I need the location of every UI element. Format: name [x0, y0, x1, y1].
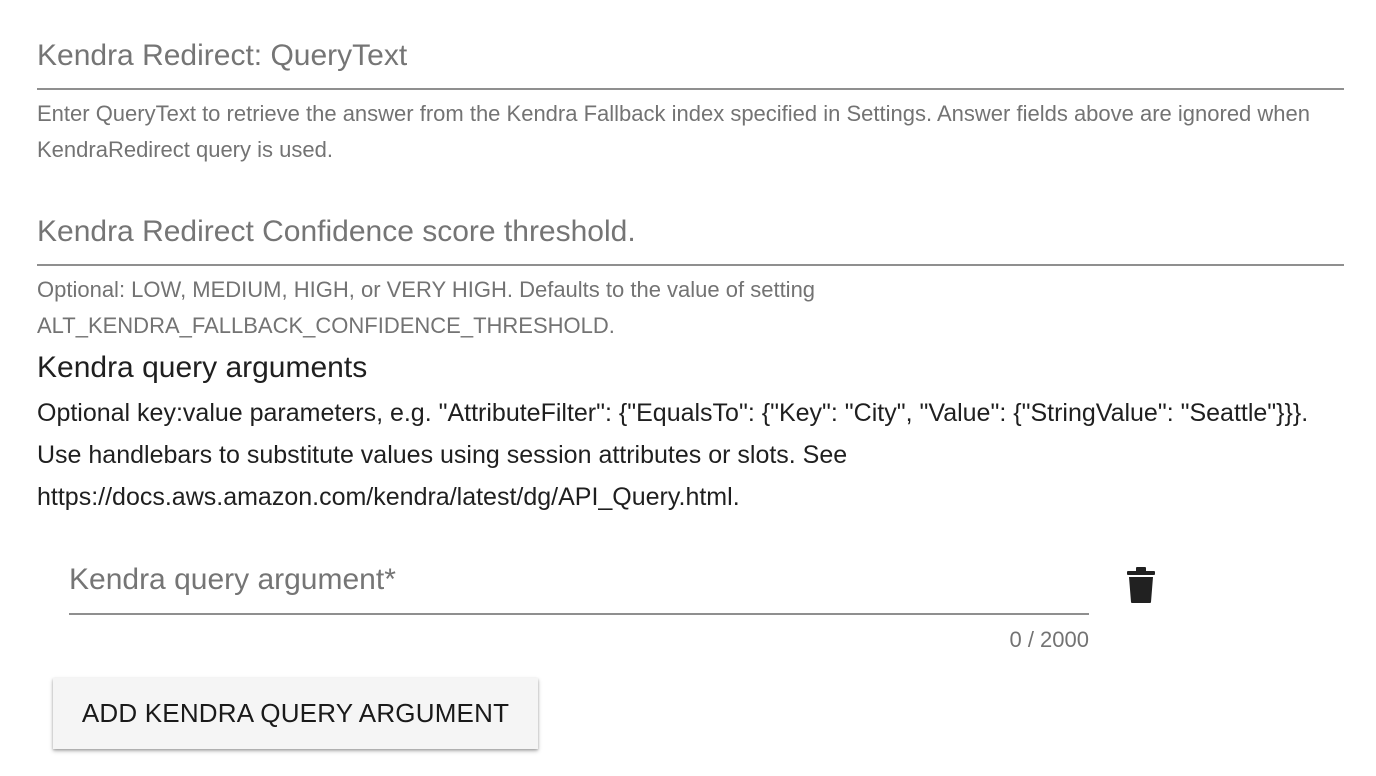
- query-arguments-title: Kendra query arguments: [37, 351, 368, 384]
- query-argument-field: [69, 560, 1089, 615]
- query-argument-input[interactable]: [69, 560, 1089, 615]
- trash-icon: [1127, 567, 1155, 603]
- query-text-input[interactable]: [37, 38, 1344, 90]
- query-text-hint: Enter QueryText to retrieve the answer f…: [37, 101, 1311, 162]
- character-counter: 0 / 2000: [1009, 627, 1089, 652]
- confidence-threshold-field: [37, 214, 1344, 266]
- add-query-argument-button[interactable]: ADD KENDRA QUERY ARGUMENT: [53, 678, 538, 749]
- confidence-threshold-input[interactable]: [37, 214, 1344, 266]
- delete-argument-button[interactable]: [1118, 562, 1164, 608]
- kendra-settings-form: Enter QueryText to retrieve the answer f…: [0, 0, 1376, 776]
- confidence-threshold-hint: Optional: LOW, MEDIUM, HIGH, or VERY HIG…: [37, 277, 816, 338]
- query-text-field: [37, 38, 1344, 90]
- query-arguments-description: Optional key:value parameters, e.g. "Att…: [37, 399, 1309, 511]
